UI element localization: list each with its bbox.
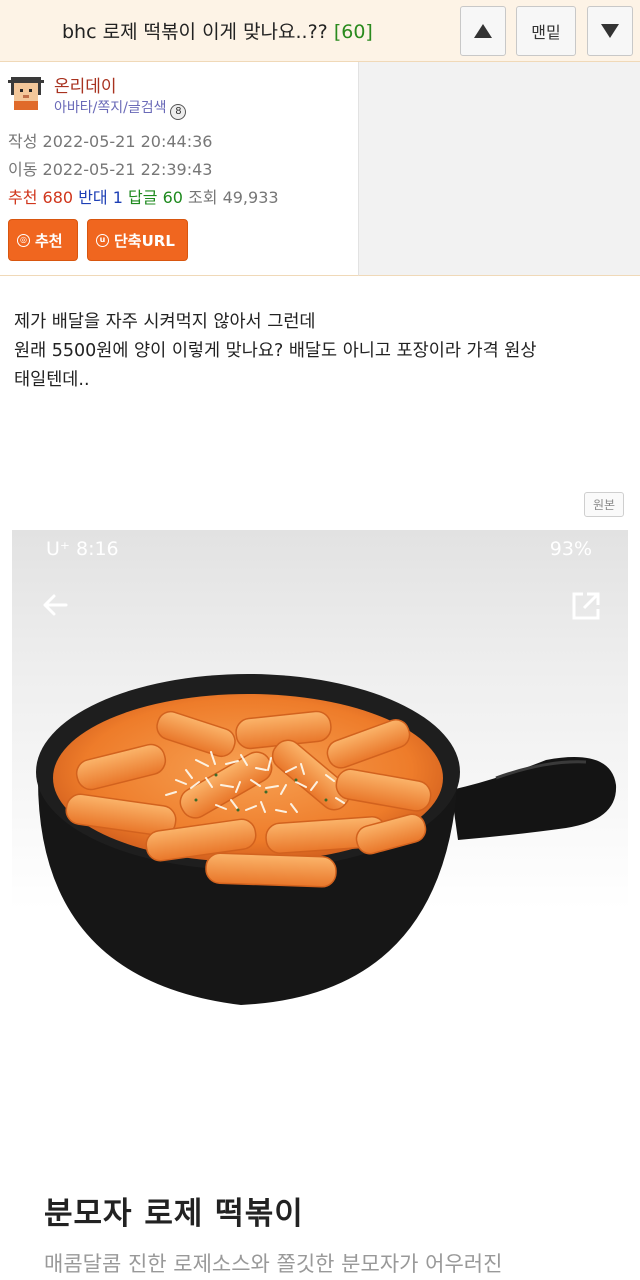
view-count: 49,933 <box>222 188 279 207</box>
moved-label: 이동 <box>8 160 38 179</box>
triangle-up-icon <box>474 24 492 38</box>
product-description: 매콤달콤 진한 로제소스와 쫄깃한 분모자가 어우러진 <box>44 1252 503 1276</box>
level-badge: 8 <box>170 104 187 120</box>
rec-label: 추천 <box>8 188 38 207</box>
post-stats-row: 추천 680 반대 1 답글 60 조회 49,933 <box>8 184 279 208</box>
post-body: 제가 배달을 자주 시켜먹지 않아서 그런데 원래 5500원에 양이 이렇게 … <box>14 308 537 395</box>
author-nickname[interactable]: 온리데이 <box>54 72 117 97</box>
short-url-button[interactable]: u 단축URL <box>87 219 188 261</box>
status-carrier-time: U⁺ 8:16 <box>46 538 119 560</box>
against-label: 반대 <box>78 188 108 207</box>
author-links: 아바타/쪽지/글검색 8 <box>54 97 187 120</box>
title-bar: bhc 로제 떡볶이 이게 맞나요..?? [60] 맨밑 <box>0 0 640 62</box>
scroll-top-button[interactable] <box>460 6 506 56</box>
recommend-button[interactable]: ◎ 추천 <box>8 219 78 261</box>
back-arrow-icon <box>43 594 68 616</box>
recommend-button-label: 추천 <box>35 231 63 250</box>
reply-stat-count: 60 <box>162 188 183 207</box>
avatar[interactable] <box>8 74 44 110</box>
original-image-button[interactable]: 원본 <box>584 492 624 517</box>
phone-status-bar: U⁺ 8:16 93% <box>12 530 628 568</box>
status-battery: 93% <box>549 538 592 560</box>
scroll-bottom-button[interactable]: 맨밑 <box>516 6 576 56</box>
recommend-icon: ◎ <box>17 233 30 247</box>
moved-date: 2022-05-21 22:39:43 <box>42 160 213 179</box>
url-icon: u <box>96 233 109 247</box>
moved-date-row: 이동 2022-05-21 22:39:43 <box>8 156 212 180</box>
share-icon <box>572 592 600 620</box>
scroll-down-button[interactable] <box>587 6 633 56</box>
post-line: 태일텐데.. <box>14 370 90 390</box>
written-date-row: 작성 2022-05-21 20:44:36 <box>8 128 212 152</box>
post-line: 제가 배달을 자주 시켜먹지 않아서 그런데 <box>14 312 316 332</box>
view-label: 조회 <box>188 188 218 207</box>
written-date: 2022-05-21 20:44:36 <box>42 132 213 151</box>
triangle-down-icon <box>601 24 619 38</box>
reply-count[interactable]: [60] <box>334 21 373 43</box>
short-url-button-label: 단축URL <box>114 231 175 250</box>
product-title: 분모자 로제 떡볶이 <box>44 1196 304 1232</box>
against-count: 1 <box>112 188 123 207</box>
written-label: 작성 <box>8 132 38 151</box>
post-title-text: bhc 로제 떡볶이 이게 맞나요..?? <box>62 21 328 43</box>
rec-count: 680 <box>42 188 74 207</box>
post-image[interactable]: U⁺ 8:16 93% 분모자 로제 떡볶이 매콤달콤 진한 로제소스와 쫄깃한… <box>12 530 628 1280</box>
side-panel <box>358 62 640 276</box>
reply-label: 답글 <box>128 188 158 207</box>
tteokbokki-photo <box>36 674 617 1005</box>
post-title: bhc 로제 떡볶이 이게 맞나요..?? [60] <box>62 17 373 44</box>
author-panel: 온리데이 아바타/쪽지/글검색 8 작성 2022-05-21 20:44:36 … <box>0 62 358 276</box>
author-links-text[interactable]: 아바타/쪽지/글검색 <box>54 100 166 116</box>
post-line: 원래 5500원에 양이 이렇게 맞나요? 배달도 아니고 포장이라 가격 원상 <box>14 341 537 361</box>
